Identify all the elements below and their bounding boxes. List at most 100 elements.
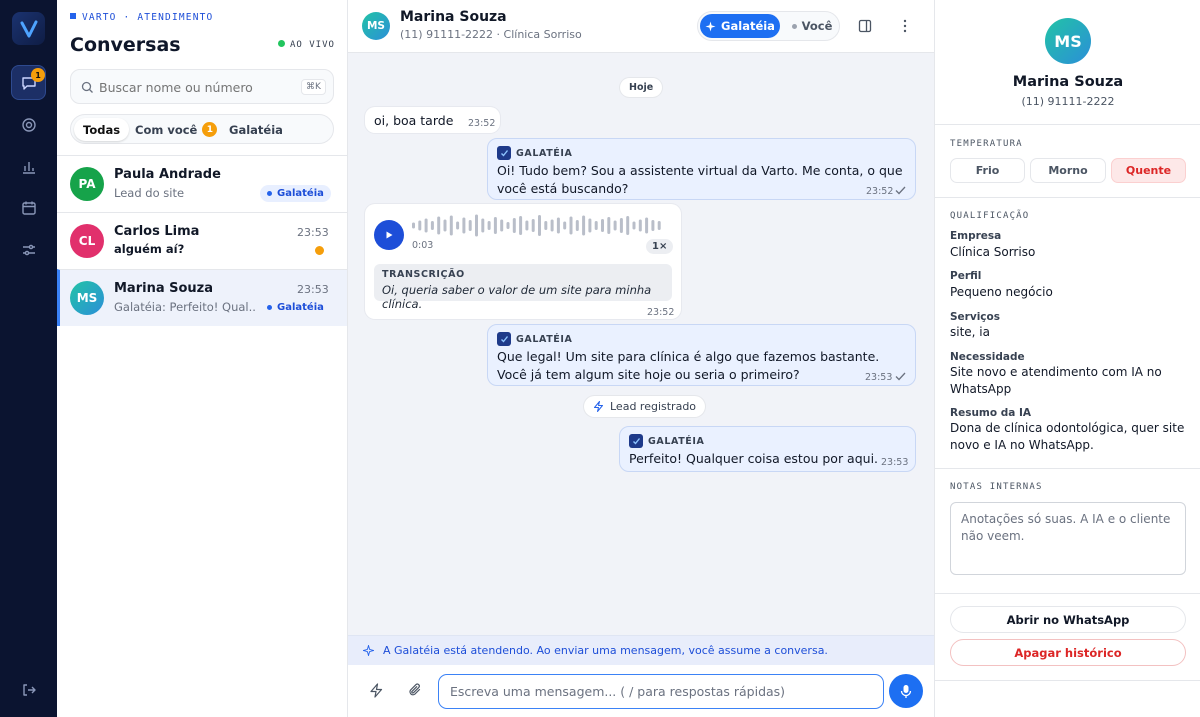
nav-settings[interactable] (11, 232, 46, 267)
chat-header: MS Marina Souza (11) 91111-2222 · Clínic… (348, 0, 934, 53)
message-time: 23:53 (881, 457, 909, 468)
message-text: oi, boa tarde (374, 113, 454, 128)
message-time: 23:53 (297, 283, 329, 296)
attachment-icon[interactable] (408, 682, 422, 698)
waveform-bar (500, 219, 504, 232)
divider (935, 593, 1200, 594)
waveform-bar (594, 221, 598, 230)
waveform-bar (619, 218, 623, 233)
search-shortcut: ⌘K (301, 79, 326, 95)
nav-reports[interactable] (11, 149, 46, 184)
temperature-frio[interactable]: Frio (950, 158, 1025, 183)
clear-history-button[interactable]: Apagar histórico (950, 639, 1186, 666)
message-outgoing: GALATÉIA Oi! Tudo bem? Sou a assistente … (487, 138, 916, 200)
waveform-bar (443, 219, 447, 232)
message-time: 23:52 (468, 118, 496, 129)
more-options-icon[interactable] (902, 19, 908, 33)
tab-label: Todas (83, 122, 121, 137)
mic-button[interactable] (889, 674, 923, 708)
internal-notes-textarea[interactable]: Anotações só suas. A IA e o cliente não … (950, 502, 1186, 575)
quick-reply-icon[interactable] (369, 683, 383, 698)
search-input[interactable] (99, 77, 289, 97)
conversation-list-panel: VARTO · ATENDIMENTO Conversas AO VIVO ⌘K… (57, 0, 348, 717)
mode-label: Galatéia (721, 19, 775, 33)
field-value: site, ia (950, 325, 990, 339)
search-box[interactable]: ⌘K (70, 69, 334, 104)
temperature-morno[interactable]: Morno (1030, 158, 1106, 183)
bolt-icon (594, 401, 603, 412)
divider (935, 468, 1200, 469)
mode-voce-button[interactable]: Você (786, 14, 838, 38)
waveform-bar (481, 218, 485, 233)
sender-label: GALATÉIA (629, 434, 704, 448)
field-label: Serviços (950, 311, 1000, 323)
nav-calendar[interactable] (11, 190, 46, 225)
transcription-box: TRANSCRIÇÃO Oi, queria saber o valor de … (374, 264, 672, 311)
waveform-bar (468, 220, 472, 231)
waveform-bar (651, 220, 655, 231)
message-text: Oi! Tudo bem? Sou a assistente virtual d… (497, 163, 903, 196)
waveform-bar (575, 220, 579, 231)
sparkle-icon (705, 21, 716, 31)
profile-phone: (11) 91111-2222 (1021, 95, 1115, 108)
message-audio: 0:03 1× TRANSCRIÇÃO Oi, queria saber o v… (365, 204, 681, 319)
field-value: Site novo e atendimento com IA no WhatsA… (950, 365, 1162, 396)
varto-logo-icon (20, 20, 37, 37)
banner-text: A Galatéia está atendendo. Ao enviar uma… (383, 644, 828, 657)
divider (935, 680, 1200, 681)
field-label: Resumo da IA (950, 407, 1032, 419)
temperature-quente[interactable]: Quente (1111, 158, 1186, 183)
play-button[interactable] (374, 220, 404, 250)
profile-name: Marina Souza (1012, 74, 1124, 90)
waveform-bar (607, 217, 611, 234)
conversation-row-carlos[interactable]: CL Carlos Lima 23:53 alguém aí? (57, 212, 347, 269)
tab-todas[interactable]: Todas (74, 118, 130, 141)
tab-badge: 1 (202, 122, 218, 137)
message-time: 23:52 (866, 186, 894, 197)
message-text: Que legal! Um site para clínica é algo q… (497, 349, 880, 382)
field-value: Pequeno negócio (950, 285, 1053, 299)
mode-galateia-button[interactable]: Galatéia (700, 14, 780, 38)
chat-contact-name: Marina Souza (400, 9, 507, 25)
unread-dot (315, 246, 324, 255)
conversation-row-paula[interactable]: PA Paula Andrade Lead do site Galatéia (57, 155, 347, 212)
contact-name: Paula Andrade (114, 167, 221, 182)
conversation-row-marina[interactable]: MS Marina Souza 23:53 Galatéia: Perfeito… (57, 269, 347, 326)
waveform-bar (544, 221, 548, 230)
tab-com-voce[interactable]: Com você 1 (126, 118, 226, 141)
tag-label: Galatéia (277, 302, 324, 313)
nav-target[interactable] (11, 107, 46, 142)
sender-label: GALATÉIA (497, 146, 572, 160)
chat-panel: MS Marina Souza (11) 91111-2222 · Clínic… (348, 0, 934, 717)
waveform-bar (569, 216, 573, 235)
divider (935, 197, 1200, 198)
waveform-bar (538, 215, 541, 236)
message-preview: alguém aí? (114, 242, 185, 256)
waveform-bar (588, 218, 592, 233)
app-logo[interactable] (12, 12, 45, 45)
galateia-icon (629, 434, 643, 448)
waveform-bar (487, 221, 491, 230)
open-whatsapp-button[interactable]: Abrir no WhatsApp (950, 606, 1186, 633)
section-eyebrow: VARTO · ATENDIMENTO (70, 12, 213, 23)
message-input[interactable]: Escreva uma mensagem... ( / para respost… (438, 674, 884, 709)
avatar: MS (362, 12, 390, 40)
galateia-icon (497, 332, 511, 346)
playback-speed-button[interactable]: 1× (646, 239, 674, 254)
waveform-bar (556, 217, 560, 234)
waveform-bar (412, 222, 415, 229)
section-qualification-title: QUALIFICAÇÃO (950, 211, 1030, 221)
check-icon (895, 186, 906, 195)
tab-galateia[interactable]: Galatéia (220, 118, 292, 141)
transcription-text: Oi, queria saber o valor de um site para… (382, 283, 652, 311)
event-label: Lead registrado (610, 400, 697, 413)
waveform-bar (437, 216, 441, 235)
waveform-bar (657, 221, 661, 230)
calendar-icon (21, 201, 36, 215)
mic-icon (900, 684, 912, 698)
sidebar-toggle-icon[interactable] (858, 19, 872, 33)
logout-button[interactable] (11, 672, 46, 707)
ai-attending-banner: A Galatéia está atendendo. Ao enviar uma… (348, 635, 934, 665)
waveform-bar (645, 217, 649, 234)
dot-icon (267, 305, 272, 310)
